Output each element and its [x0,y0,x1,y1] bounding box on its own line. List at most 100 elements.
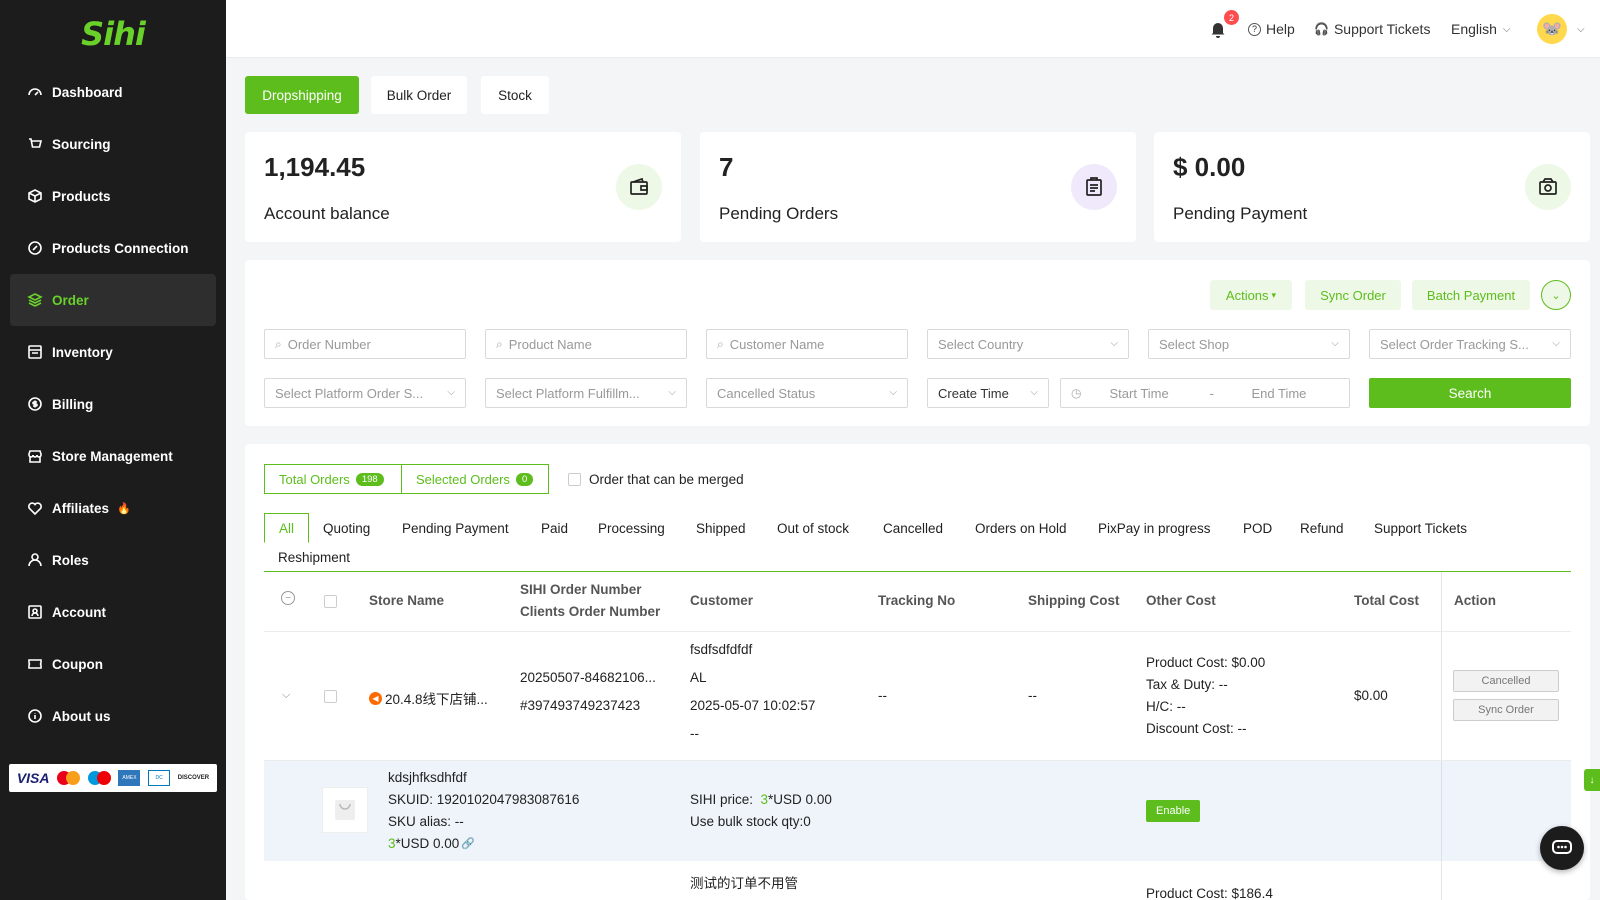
cancelled-status-select[interactable]: Cancelled Status ⌵ [706,378,908,408]
col-total-cost: Total Cost [1354,593,1419,608]
sidebar-item-about-us[interactable]: About us [10,690,216,742]
tab-dropshipping[interactable]: Dropshipping [245,76,359,114]
row-checkbox[interactable] [324,690,337,703]
help-link[interactable]: ? Help [1248,0,1295,58]
top-header: 2 ? Help 🎧 Support Tickets English ⌵ 🐭 ⌵ [226,0,1600,58]
bag-icon [335,800,355,820]
tab-pending-payment[interactable]: Pending Payment [402,513,509,543]
cancelled-button[interactable]: Cancelled [1453,670,1559,692]
time-type-select[interactable]: Create Time ⌵ [927,378,1049,408]
platform-order-status-select[interactable]: Select Platform Order S... ⌵ [264,378,466,408]
chevron-down-icon: ⌵ [1502,23,1511,35]
sync-order-button[interactable]: Sync Order [1305,280,1401,310]
total-orders-toggle[interactable]: Total Orders 198 [264,464,402,494]
select-all-checkbox[interactable] [324,595,337,608]
tab-cancelled[interactable]: Cancelled [883,513,943,543]
sidebar-item-roles[interactable]: Roles [10,534,216,586]
sidebar-item-label: Inventory [52,344,113,360]
time-type-value: Create Time [938,385,1009,401]
logo-text: Sihi [81,15,146,53]
tab-refund[interactable]: Refund [1300,513,1344,543]
account-balance-label: Account balance [264,204,390,223]
link-icon[interactable]: 🔗 [461,837,475,850]
tab-bulk-order[interactable]: Bulk Order [371,76,467,114]
tab-out-of-stock[interactable]: Out of stock [777,513,849,543]
mergeable-label: Order that can be merged [589,472,744,487]
sidebar-item-order[interactable]: Order [10,274,216,326]
chat-button[interactable] [1540,826,1584,870]
tab-orders-on-hold[interactable]: Orders on Hold [975,513,1067,543]
shop-select[interactable]: Select Shop ⌵ [1148,329,1350,359]
user-menu[interactable]: 🐭 ⌵ [1537,0,1585,58]
selected-orders-toggle[interactable]: Selected Orders 0 [401,464,549,494]
collapse-all-icon[interactable]: − [281,591,295,605]
tab-processing[interactable]: Processing [598,513,665,543]
customer-name-link[interactable]: fsdfsdfdfdf [690,642,752,657]
order-number-input[interactable]: ⌕ Order Number [264,329,466,359]
date-range-picker[interactable]: ◷ Start Time - End Time [1060,378,1350,408]
country-placeholder: Select Country [938,336,1024,352]
mergeable-filter[interactable]: Order that can be merged [568,472,744,487]
tab-reshipment[interactable]: Reshipment [278,542,350,572]
tracking-status-select[interactable]: Select Order Tracking S... ⌵ [1369,329,1571,359]
sidebar-item-label: About us [52,708,111,724]
mergeable-checkbox[interactable] [568,473,581,486]
support-tickets-link[interactable]: 🎧 Support Tickets [1314,0,1430,58]
item-name-link[interactable]: kdsjhfksdhfdf [388,770,467,785]
language-select[interactable]: English ⌵ [1451,0,1511,58]
product-name-input[interactable]: ⌕ Product Name [485,329,687,359]
col-store-name: Store Name [369,593,445,608]
expand-row-icon[interactable]: ⌵ [282,689,290,702]
tab-paid[interactable]: Paid [541,513,568,543]
sidebar-item-coupon[interactable]: Coupon [10,638,216,690]
tab-all[interactable]: All [264,513,310,543]
enable-badge[interactable]: Enable [1146,800,1201,822]
layers-icon [27,292,43,308]
arrow-down-icon: ↓ [1589,774,1595,786]
tracking-value: -- [878,688,887,703]
user-icon [27,552,43,568]
notification-button[interactable]: 2 [1210,0,1239,58]
scroll-down-button[interactable]: ↓ [1584,769,1600,791]
country-select[interactable]: Select Country ⌵ [927,329,1129,359]
item-action-divider [1441,761,1442,861]
item-skuid: SKUID: 1920102047983087616 [388,792,580,807]
logo[interactable]: Sihi [0,0,226,68]
headset-icon: 🎧 [1314,22,1329,36]
sidebar-item-sourcing[interactable]: Sourcing [10,118,216,170]
tab-shipped[interactable]: Shipped [696,513,746,543]
tab-stock[interactable]: Stock [481,76,549,114]
product-thumbnail [322,787,368,833]
tab-support-tickets[interactable]: Support Tickets [1374,513,1467,543]
collapse-filters-button[interactable]: ⌄ [1541,280,1571,310]
sidebar: Sihi Dashboard Sourcing Products Product… [0,0,226,900]
tab-quoting[interactable]: Quoting [323,513,370,543]
platform-fulfillment-select[interactable]: Select Platform Fulfillm... ⌵ [485,378,687,408]
col-clients-order-number: Clients Order Number [520,604,661,619]
search-button[interactable]: Search [1369,378,1571,408]
actions-dropdown[interactable]: Actions ▾ [1210,280,1292,310]
customer-name-input[interactable]: ⌕ Customer Name [706,329,908,359]
sidebar-item-account[interactable]: Account [10,586,216,638]
sihi-order-number-link[interactable]: 20250507-84682106... [520,670,656,685]
sidebar-item-products[interactable]: Products [10,170,216,222]
sidebar-item-dashboard[interactable]: Dashboard [10,66,216,118]
sidebar-item-billing[interactable]: Billing [10,378,216,430]
sidebar-item-affiliates[interactable]: Affiliates 🔥 [10,482,216,534]
sidebar-item-label: Sourcing [52,136,111,152]
tab-pod[interactable]: POD [1243,513,1272,543]
sidebar-item-label: Dashboard [52,84,123,100]
sidebar-item-store-management[interactable]: Store Management [10,430,216,482]
col-customer: Customer [690,593,754,608]
sidebar-item-products-connection[interactable]: Products Connection [10,222,216,274]
clients-order-number-link[interactable]: #397493749237423 [520,698,640,713]
end-time-placeholder: End Time [1251,385,1307,401]
tab-pixpay-in-progress[interactable]: PixPay in progress [1098,513,1211,543]
row-sync-order-button[interactable]: Sync Order [1453,699,1559,721]
chevron-down-icon: ⌵ [1577,23,1585,35]
maestro-logo [87,771,111,785]
sidebar-item-inventory[interactable]: Inventory [10,326,216,378]
customer-name-link-2[interactable]: 测试的订单不用管 [690,872,798,892]
batch-payment-button[interactable]: Batch Payment [1412,280,1530,310]
sidebar-item-label: Coupon [52,656,103,672]
